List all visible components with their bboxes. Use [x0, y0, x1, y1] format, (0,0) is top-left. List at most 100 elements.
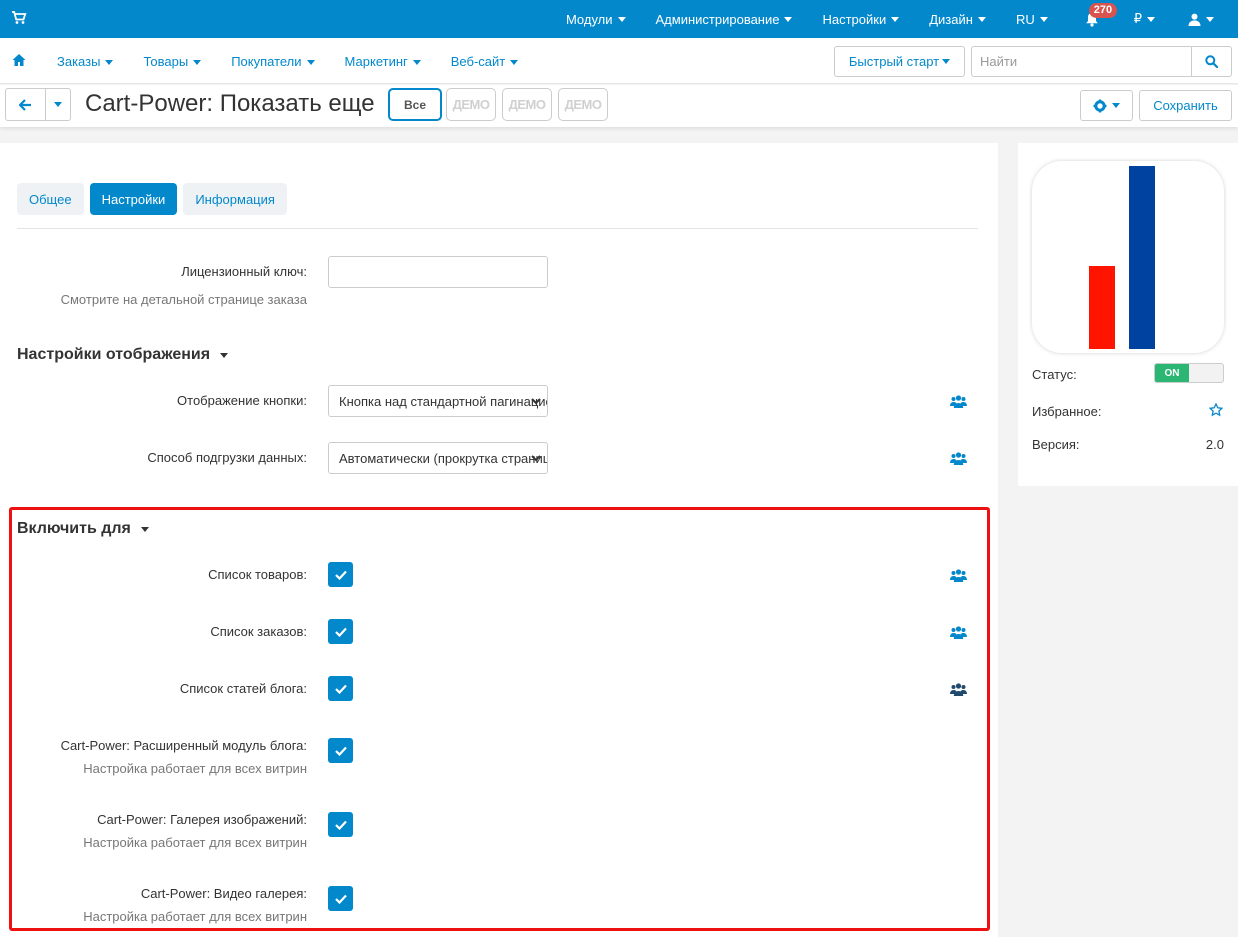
star-icon[interactable] [1209, 403, 1223, 417]
caret-down-icon [1039, 16, 1048, 22]
caret-down-icon [412, 59, 421, 65]
nav-website[interactable]: Веб-сайт [436, 54, 533, 69]
enable-product-list-checkbox[interactable] [328, 562, 353, 587]
storefront-demo-1[interactable]: ДЕМО [446, 88, 496, 121]
enable-image-gallery-label: Cart-Power: Галерея изображений: [97, 812, 307, 827]
enable-product-list-label: Список товаров: [208, 567, 307, 582]
back-button-group [5, 88, 71, 121]
users-icon[interactable] [950, 683, 967, 696]
enable-blog-list-label: Список статей блога: [179, 681, 307, 696]
quick-start-button[interactable]: Быстрый старт [834, 46, 965, 77]
storefront-demo-2[interactable]: ДЕМО [502, 88, 552, 121]
caret-down-icon [1206, 16, 1214, 22]
top-bar: Модули Администрирование Настройки Дизай… [0, 0, 1238, 38]
users-icon[interactable] [950, 452, 967, 465]
storefront-demo-3[interactable]: ДЕМО [558, 88, 608, 121]
settings-dropdown-button[interactable] [1080, 90, 1133, 121]
nav-products[interactable]: Товары [128, 54, 216, 69]
users-icon[interactable] [950, 569, 967, 582]
language-selector[interactable]: RU [1001, 0, 1063, 38]
caret-down-icon [306, 59, 315, 65]
addon-sidebar: Статус: ON Избранное: Версия: 2.0 [1018, 143, 1238, 486]
tab-information[interactable]: Информация [183, 183, 287, 215]
enable-image-gallery-hint: Настройка работает для всех витрин [83, 835, 307, 850]
caret-down-icon [1147, 16, 1155, 22]
enable-video-gallery-label: Cart-Power: Видео галерея: [140, 886, 307, 901]
enable-extended-blog-checkbox[interactable] [328, 738, 353, 763]
caret-down-icon [891, 16, 900, 22]
caret-down-icon [617, 16, 626, 22]
chevron-down-icon [531, 398, 541, 405]
main-nav: Заказы Товары Покупатели Маркетинг Веб-с… [0, 38, 1238, 84]
top-menu-modules[interactable]: Модули [551, 0, 641, 38]
check-icon [334, 894, 347, 904]
display-settings-header[interactable]: Настройки отображения [17, 346, 229, 364]
status-label: Статус: [1032, 367, 1077, 382]
enable-order-list-checkbox[interactable] [328, 619, 353, 644]
enable-video-gallery-checkbox[interactable] [328, 886, 353, 911]
tab-general[interactable]: Общее [17, 183, 84, 215]
enable-image-gallery-checkbox[interactable] [328, 812, 353, 837]
logo-bar-blue [1129, 166, 1155, 349]
caret-down-icon [1112, 103, 1120, 108]
top-menu-settings[interactable]: Настройки [807, 0, 914, 38]
page-title: Cart-Power: Показать еще [85, 90, 375, 117]
favorite-row: Избранное: [1032, 403, 1224, 419]
nav-customers[interactable]: Покупатели [216, 54, 329, 69]
button-display-label: Отображение кнопки: [177, 393, 307, 408]
search-button[interactable] [1191, 47, 1231, 76]
enable-for-header[interactable]: Включить для [17, 520, 149, 538]
enable-video-gallery-hint: Настройка работает для всех витрин [83, 909, 307, 924]
top-nav: Модули Администрирование Настройки Дизай… [551, 0, 1238, 38]
top-menu-administration[interactable]: Администрирование [641, 0, 808, 38]
nav-orders[interactable]: Заказы [42, 54, 128, 69]
data-loading-label: Способ подгрузки данных: [147, 450, 307, 465]
caret-down-icon [193, 59, 202, 65]
status-row: Статус: ON [1032, 363, 1224, 383]
tab-settings[interactable]: Настройки [89, 183, 178, 215]
page-header: Cart-Power: Показать еще Все ДЕМО ДЕМО Д… [0, 85, 1238, 127]
search-input[interactable] [972, 47, 1192, 76]
storefront-all[interactable]: Все [388, 88, 442, 121]
button-display-select[interactable]: Кнопка над стандартной пагинацией [328, 385, 548, 417]
status-toggle[interactable]: ON [1154, 363, 1224, 383]
data-loading-select[interactable]: Автоматически (прокрутка страницы) [328, 442, 548, 474]
license-key-input[interactable] [328, 256, 548, 288]
tabs: Общее Настройки Информация [17, 183, 293, 215]
back-button[interactable] [6, 89, 46, 120]
users-icon[interactable] [950, 395, 967, 408]
enable-extended-blog-label: Cart-Power: Расширенный модуль блога: [60, 738, 307, 753]
check-icon [334, 627, 347, 637]
user-menu[interactable] [1170, 0, 1238, 38]
check-icon [334, 746, 347, 756]
version-row: Версия: 2.0 [1032, 437, 1224, 452]
history-dropdown[interactable] [46, 89, 70, 120]
caret-down-icon [220, 352, 229, 358]
version-label: Версия: [1032, 437, 1080, 452]
top-menu-design[interactable]: Дизайн [914, 0, 1001, 38]
caret-down-icon [510, 59, 519, 65]
nav-marketing[interactable]: Маркетинг [330, 54, 436, 69]
gear-icon [1093, 99, 1107, 112]
enable-blog-list-checkbox[interactable] [328, 676, 353, 701]
currency-selector[interactable]: ₽ [1119, 0, 1170, 38]
users-icon[interactable] [950, 626, 967, 639]
status-on-label: ON [1155, 364, 1189, 382]
highlight-frame [9, 507, 990, 931]
main-panel: Общее Настройки Информация Лицензионный … [0, 143, 998, 937]
check-icon [334, 820, 347, 830]
check-icon [334, 684, 347, 694]
search-box [971, 46, 1232, 77]
caret-down-icon [977, 16, 986, 22]
license-key-hint: Смотрите на детальной странице заказа [60, 292, 307, 307]
logo-bar-red [1089, 266, 1115, 349]
save-button[interactable]: Сохранить [1139, 90, 1232, 121]
enable-extended-blog-hint: Настройка работает для всех витрин [83, 761, 307, 776]
home-icon[interactable] [12, 53, 26, 67]
arrow-left-icon [19, 98, 31, 111]
caret-down-icon [140, 526, 149, 532]
caret-down-icon [54, 102, 62, 107]
license-key-label: Лицензионный ключ: [181, 264, 307, 279]
notifications-button[interactable]: 270 [1063, 0, 1119, 38]
shopping-cart-icon[interactable] [11, 10, 27, 26]
